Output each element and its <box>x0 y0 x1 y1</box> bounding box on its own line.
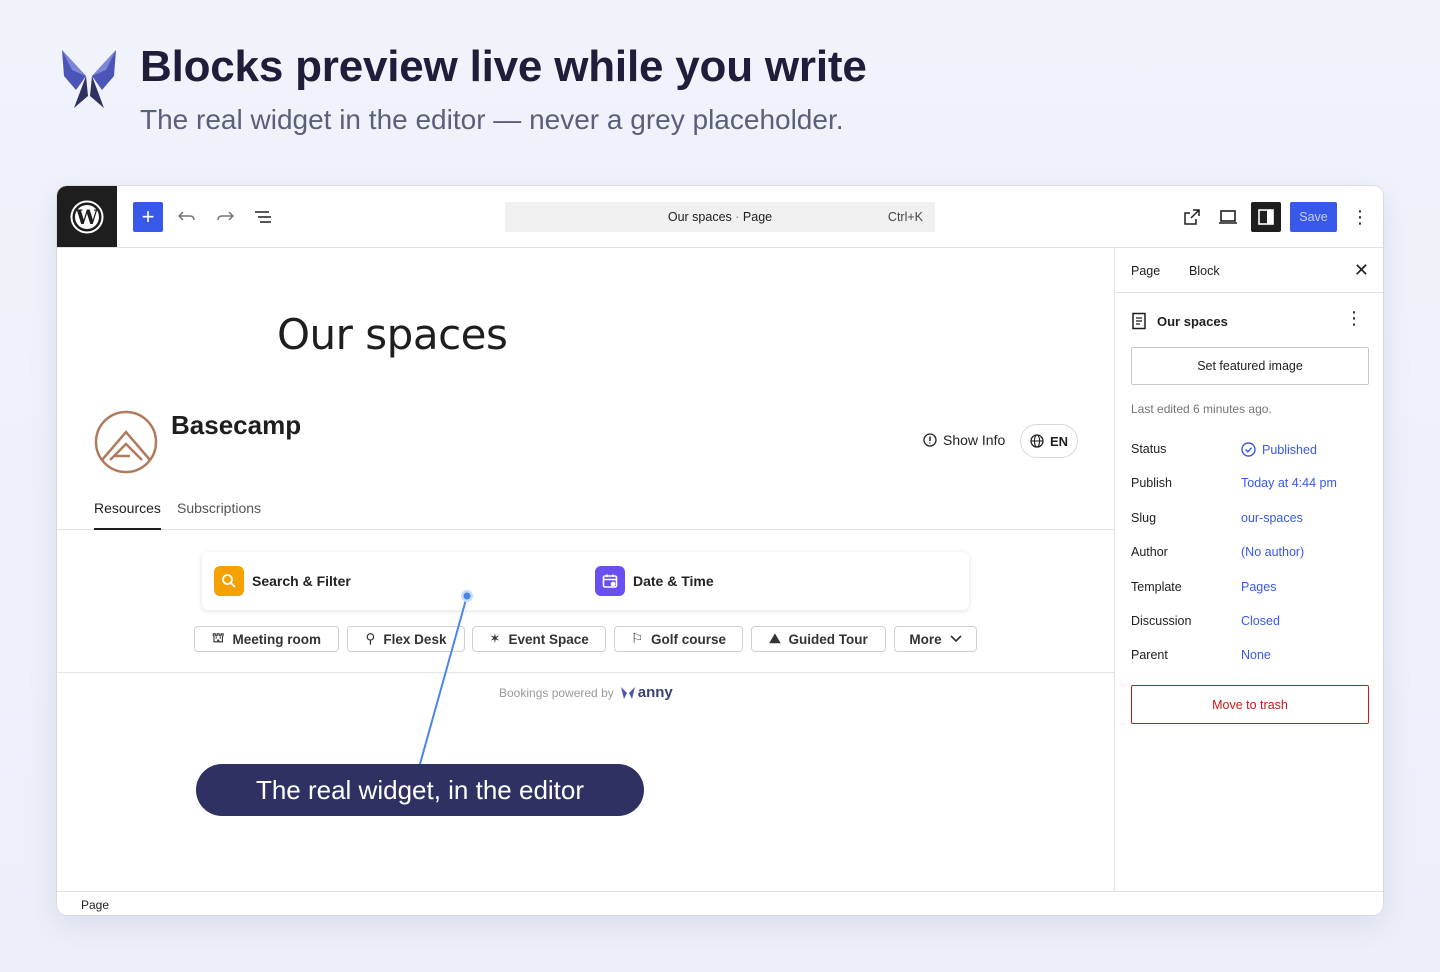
view-page-button[interactable] <box>1177 202 1207 232</box>
anny-butterfly-icon <box>620 686 635 699</box>
language-selector[interactable]: EN <box>1020 424 1078 458</box>
external-link-icon <box>1184 209 1200 225</box>
sidebar-tabs: Page Block ✕ <box>1116 248 1383 293</box>
status-value[interactable]: Published <box>1241 442 1317 457</box>
hero-title: Blocks preview live while you write <box>140 42 867 91</box>
page-icon <box>1132 312 1146 330</box>
publish-value[interactable]: Today at 4:44 pm <box>1241 476 1337 490</box>
golf-icon: ⚐ <box>630 631 644 646</box>
callout-label: The real widget, in the editor <box>196 764 644 816</box>
move-to-trash-button[interactable]: Move to trash <box>1131 685 1369 724</box>
chip-more[interactable]: More <box>894 626 977 652</box>
status-bar: Page <box>57 891 1383 915</box>
sidebar-icon <box>1258 209 1274 225</box>
document-summary: Our spaces <box>1131 312 1228 330</box>
tab-subscriptions[interactable]: Subscriptions <box>177 500 261 516</box>
mountain-icon: ⛰ <box>769 631 781 646</box>
widget-tabs: Resources Subscriptions <box>57 500 1114 530</box>
editor-canvas[interactable]: Our spaces Basecamp Show Info EN Resourc… <box>57 248 1115 891</box>
editor-toolbar: W + Our spaces · Page Ctrl+K Save ⋮ <box>57 186 1383 248</box>
list-view-icon <box>255 211 271 223</box>
list-view-button[interactable] <box>251 204 275 230</box>
calendar-icon <box>595 566 625 596</box>
party-icon: ✶ <box>489 631 501 646</box>
parent-value[interactable]: None <box>1241 648 1271 662</box>
powered-by: Bookings powered by anny <box>499 684 673 701</box>
svg-text:W: W <box>75 205 99 229</box>
redo-button[interactable] <box>213 204 237 230</box>
building-icon: ⛫ <box>212 630 225 645</box>
chip-golf-course[interactable]: ⚐ Golf course <box>614 626 743 652</box>
close-icon[interactable]: ✕ <box>1354 260 1369 281</box>
settings-sidebar: Page Block ✕ Our spaces ⋮ Set featured i… <box>1116 248 1383 891</box>
device-preview-button[interactable] <box>1213 202 1243 232</box>
brand-name: Basecamp <box>171 410 302 440</box>
last-edited-text: Last edited 6 minutes ago. <box>1131 402 1272 416</box>
widget-divider <box>57 672 1114 673</box>
editor-window: W + Our spaces · Page Ctrl+K Save ⋮ Our … <box>57 186 1383 915</box>
tab-page[interactable]: Page <box>1131 264 1160 278</box>
basecamp-logo-icon <box>94 410 158 474</box>
chip-guided-tour[interactable]: ⛰ Guided Tour <box>751 626 886 652</box>
globe-icon <box>1030 434 1044 448</box>
template-value[interactable]: Pages <box>1241 580 1276 594</box>
tab-block[interactable]: Block <box>1189 264 1220 278</box>
chevron-down-icon <box>950 635 962 643</box>
chip-flex-desk[interactable]: ⚲ Flex Desk <box>347 626 465 652</box>
options-menu-button[interactable]: ⋮ <box>1347 202 1373 232</box>
chip-event-space[interactable]: ✶ Event Space <box>472 626 606 652</box>
command-palette-bar[interactable]: Our spaces · Page Ctrl+K <box>505 202 935 232</box>
date-time-button[interactable]: Date & Time <box>595 566 714 596</box>
show-info-button[interactable]: Show Info <box>923 432 1005 448</box>
info-icon <box>923 433 937 447</box>
slug-value[interactable]: our-spaces <box>1241 511 1303 525</box>
settings-sidebar-toggle[interactable] <box>1251 202 1281 232</box>
author-value[interactable]: (No author) <box>1241 545 1304 559</box>
search-icon <box>214 566 244 596</box>
breadcrumb[interactable]: Page <box>81 898 109 912</box>
discussion-value[interactable]: Closed <box>1241 614 1280 628</box>
redo-icon <box>217 211 234 221</box>
check-circle-icon <box>1241 442 1256 457</box>
anny-logo[interactable]: anny <box>620 684 673 701</box>
search-card: Search & Filter Date & Time <box>202 552 969 610</box>
more-vertical-icon: ⋮ <box>1351 206 1369 227</box>
desktop-icon <box>1219 210 1237 224</box>
search-filter-button[interactable]: Search & Filter <box>214 566 351 596</box>
undo-button[interactable] <box>175 204 199 230</box>
wordpress-logo-icon[interactable]: W <box>57 186 117 247</box>
butterfly-logo-icon <box>62 50 116 108</box>
more-vertical-icon[interactable]: ⋮ <box>1345 308 1363 329</box>
shortcut-hint: Ctrl+K <box>887 210 923 224</box>
chip-meeting-room[interactable]: ⛫ Meeting room <box>194 626 339 652</box>
add-block-button[interactable]: + <box>133 202 163 232</box>
undo-icon <box>178 211 195 221</box>
hero-subtitle: The real widget in the editor — never a … <box>140 104 844 135</box>
desk-chair-icon: ⚲ <box>365 631 376 646</box>
document-title: Our spaces · Page <box>667 210 773 224</box>
plus-icon: + <box>141 204 155 229</box>
page-title[interactable]: Our spaces <box>277 310 508 359</box>
tab-resources[interactable]: Resources <box>94 500 161 530</box>
save-button[interactable]: Save <box>1290 202 1337 232</box>
set-featured-image-button[interactable]: Set featured image <box>1131 347 1369 385</box>
